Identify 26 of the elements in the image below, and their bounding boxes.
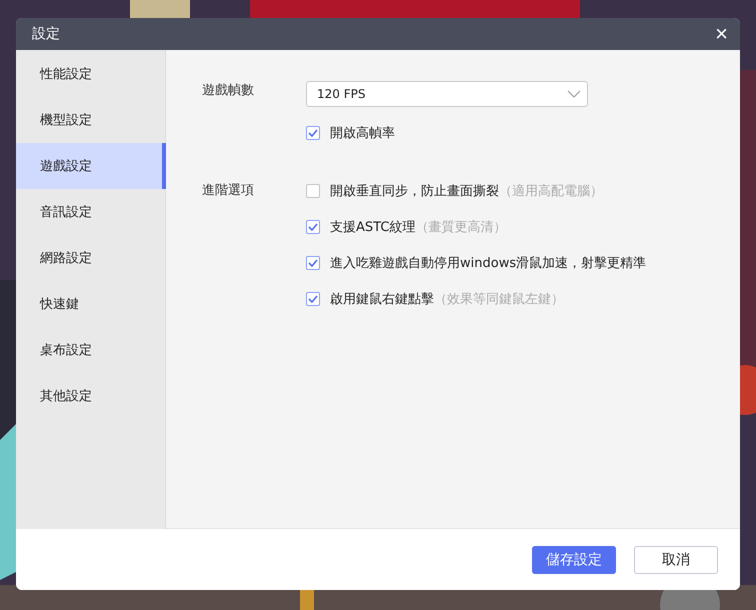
field-label: 進階選項	[202, 182, 255, 200]
checkbox[interactable]	[306, 126, 320, 140]
save-button[interactable]: 儲存設定	[532, 546, 616, 574]
frame-rate-dropdown[interactable]: 120 FPS	[306, 81, 588, 107]
checkbox[interactable]	[306, 184, 320, 198]
window-title: 設定	[32, 25, 60, 43]
option-label: 啟用鍵鼠右鍵點擊（效果等同鍵鼠左鍵）	[330, 291, 564, 308]
sidebar-item[interactable]: 桌布設定	[16, 327, 166, 373]
cancel-button[interactable]: 取消	[634, 546, 718, 574]
checkbox[interactable]	[306, 256, 320, 270]
close-button[interactable]: ×	[715, 23, 728, 45]
sidebar-item[interactable]: 快速鍵	[16, 281, 166, 327]
field-label: 遊戲幀數	[202, 82, 255, 100]
option-label: 支援ASTC紋理（畫質更高清）	[330, 219, 506, 236]
sidebar-item[interactable]: 遊戲設定	[16, 143, 166, 189]
option-label: 開啟高幀率	[330, 125, 395, 142]
sidebar-item[interactable]: 性能設定	[16, 51, 166, 97]
sidebar-item[interactable]: 其他設定	[16, 373, 166, 419]
sidebar-item[interactable]: 音訊設定	[16, 189, 166, 235]
option-label: 進入吃雞遊戲自動停用windows滑鼠加速，射擊更精準	[330, 255, 646, 272]
sidebar-item[interactable]: 機型設定	[16, 97, 166, 143]
sidebar-item[interactable]: 網路設定	[16, 235, 166, 281]
option-label: 開啟垂直同步，防止畫面撕裂（適用高配電腦）	[330, 183, 603, 200]
checkbox[interactable]	[306, 292, 320, 306]
checkbox[interactable]	[306, 220, 320, 234]
caret-icon	[567, 90, 581, 98]
